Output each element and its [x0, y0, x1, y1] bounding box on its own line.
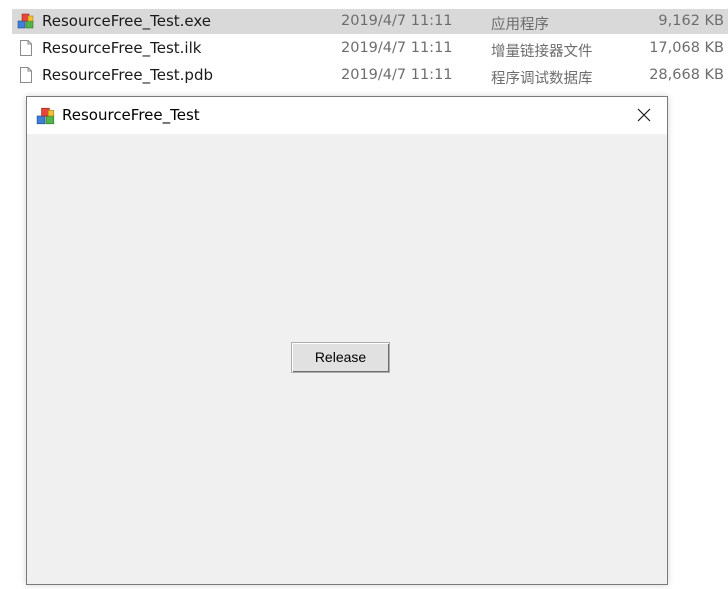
file-row-exe[interactable]: ResourceFree_Test.exe 2019/4/7 11:11 应用程…: [12, 9, 728, 34]
file-row-pdb[interactable]: ResourceFree_Test.pdb 2019/4/7 11:11 程序调…: [12, 63, 728, 88]
file-row-ilk[interactable]: ResourceFree_Test.ilk 2019/4/7 11:11 增量链…: [12, 36, 728, 61]
file-size: 9,162 KB: [658, 13, 724, 29]
application-icon: [17, 13, 34, 29]
file-list: ResourceFree_Test.exe 2019/4/7 11:11 应用程…: [0, 0, 728, 96]
release-button[interactable]: Release: [291, 342, 390, 373]
file-name: ResourceFree_Test.exe: [42, 12, 212, 30]
file-date: 2019/4/7 11:11: [341, 13, 453, 29]
file-name: ResourceFree_Test.ilk: [42, 39, 202, 57]
file-date: 2019/4/7 11:11: [341, 67, 453, 83]
file-type: 程序调试数据库: [491, 71, 593, 87]
file-icon: [20, 67, 32, 83]
file-date: 2019/4/7 11:11: [341, 40, 453, 56]
window-title: ResourceFree_Test: [62, 106, 200, 124]
close-button[interactable]: [623, 97, 667, 134]
application-icon: [36, 107, 55, 125]
resourcefree-test-window: ResourceFree_Test Release: [26, 96, 668, 585]
file-name: ResourceFree_Test.pdb: [42, 66, 213, 84]
file-size: 28,668 KB: [649, 67, 724, 83]
file-icon: [20, 40, 32, 56]
file-type: 增量链接器文件: [491, 44, 593, 60]
close-icon: [637, 108, 651, 122]
file-type: 应用程序: [491, 17, 549, 33]
window-titlebar[interactable]: ResourceFree_Test: [27, 97, 667, 134]
file-size: 17,068 KB: [649, 40, 724, 56]
